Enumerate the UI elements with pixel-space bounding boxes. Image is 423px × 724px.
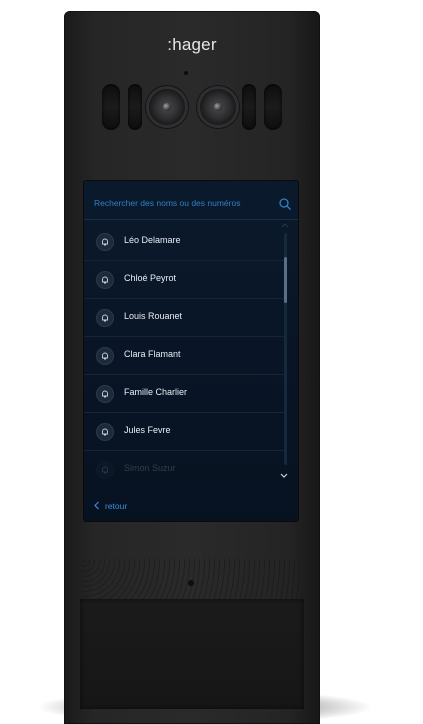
contact-name: Simon Suzur bbox=[124, 463, 176, 473]
list-item[interactable]: Louis Rouanet bbox=[84, 299, 284, 337]
microphone bbox=[188, 580, 194, 586]
touch-screen: Rechercher des noms ou des numéros Léo D… bbox=[84, 181, 298, 521]
back-label: retour bbox=[105, 501, 128, 511]
camera-lens-left bbox=[149, 89, 185, 125]
bell-icon bbox=[96, 271, 114, 289]
chevron-down-icon[interactable] bbox=[278, 471, 290, 481]
camera-lens-right bbox=[200, 89, 236, 125]
bell-icon bbox=[96, 347, 114, 365]
bell-icon bbox=[96, 385, 114, 403]
lower-plate bbox=[80, 599, 304, 709]
contact-name: Famille Charlier bbox=[124, 387, 188, 397]
contact-name: Léo Delamare bbox=[124, 235, 181, 245]
contact-name: Jules Fevre bbox=[124, 425, 171, 435]
left-outer-light bbox=[102, 84, 120, 130]
search-bar[interactable]: Rechercher des noms ou des numéros bbox=[84, 193, 298, 220]
search-input[interactable]: Rechercher des noms ou des numéros bbox=[94, 198, 240, 208]
bell-icon bbox=[96, 309, 114, 327]
bell-icon bbox=[96, 461, 114, 479]
bell-icon bbox=[96, 233, 114, 251]
list-item[interactable]: Clara Flamant bbox=[84, 337, 284, 375]
intercom-panel: :hager Rechercher des noms ou des numéro… bbox=[64, 11, 320, 724]
chevron-left-icon bbox=[94, 501, 99, 510]
scrollbar-thumb[interactable] bbox=[284, 257, 287, 303]
sensor-dot bbox=[184, 71, 188, 75]
left-inner-light bbox=[128, 84, 142, 130]
search-icon[interactable] bbox=[278, 197, 292, 211]
contact-name: Clara Flamant bbox=[124, 349, 181, 359]
contact-name: Louis Rouanet bbox=[124, 311, 183, 321]
right-inner-light bbox=[242, 84, 256, 130]
list-item[interactable]: Jules Fevre bbox=[84, 413, 284, 451]
list-item[interactable]: Léo Delamare bbox=[84, 223, 284, 261]
contact-name: Chloé Peyrot bbox=[124, 273, 177, 283]
scrollbar[interactable] bbox=[284, 233, 287, 465]
back-button[interactable]: retour bbox=[93, 501, 127, 511]
bell-icon bbox=[96, 423, 114, 441]
contact-list: Léo Delamare Chloé Peyrot Louis Rouanet … bbox=[84, 223, 284, 488]
brand-logo: :hager bbox=[167, 35, 217, 54]
list-item[interactable]: Chloé Peyrot bbox=[84, 261, 284, 299]
list-item[interactable]: Simon Suzur bbox=[84, 451, 284, 488]
list-item[interactable]: Famille Charlier bbox=[84, 375, 284, 413]
right-outer-light bbox=[264, 84, 282, 130]
